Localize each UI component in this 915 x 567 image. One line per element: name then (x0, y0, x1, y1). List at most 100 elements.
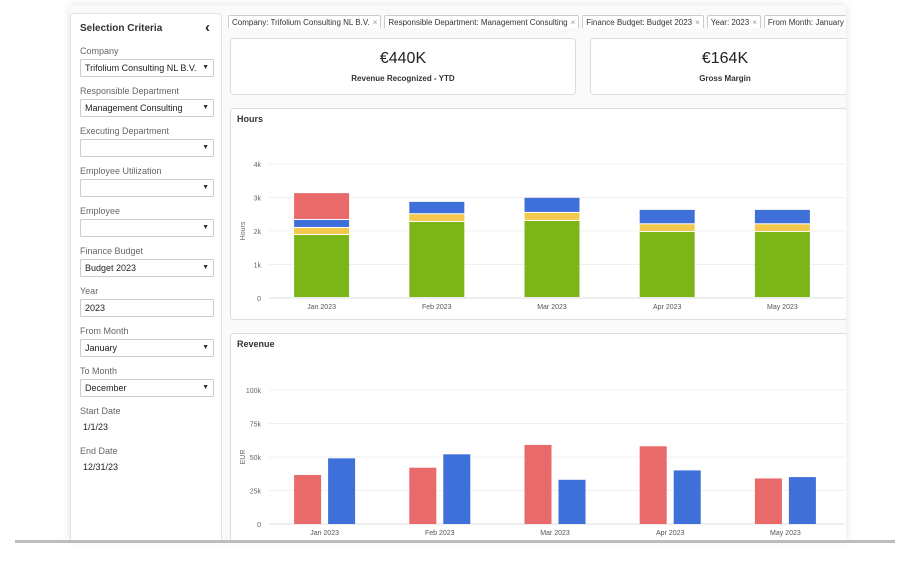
dropdown[interactable]: ▼ (80, 139, 214, 157)
chart-title: Revenue (237, 339, 275, 349)
app-window: Selection Criteria ‹ Company Trifolium Co… (70, 5, 846, 540)
field-executing-department: Executing Department ▼ (80, 126, 214, 157)
y-tick-label: 100k (246, 388, 262, 395)
field-value: Budget 2023 (85, 263, 137, 273)
y-axis-label: EUR (240, 450, 247, 465)
bar-segment[interactable] (294, 227, 350, 235)
field-value: 1/1/23 (83, 422, 109, 432)
dropdown[interactable]: Trifolium Consulting NL B.V. ▼ (80, 59, 214, 77)
close-icon[interactable]: × (373, 18, 378, 27)
field-year: Year 2023 (80, 286, 214, 317)
field-value: December (85, 383, 127, 393)
revenue-chart: 0 25k 50k 75k 100k EUR Jan 2023 Feb 2023 Mar 202… (240, 388, 845, 537)
close-icon[interactable]: × (695, 18, 700, 27)
revenue-chart-card: Revenue 0 25k 50k 75k 100k EUR Jan 2023 Feb 202… (230, 333, 846, 540)
dropdown[interactable]: December ▼ (80, 379, 214, 397)
chart-title: Hours (237, 114, 264, 124)
y-tick-label: 1k (254, 263, 262, 270)
hours-chart: 0 1k 2k 3k 4k Hours Jan 2023 Feb 2023 Mar 2023 Ap… (240, 162, 845, 311)
filter-chip-label: Responsible Department: Management Consu… (388, 18, 568, 27)
bar-segment[interactable] (754, 209, 810, 224)
dropdown[interactable]: Management Consulting ▼ (80, 99, 214, 117)
field-label: From Month (80, 326, 129, 336)
dropdown[interactable]: ▼ (80, 179, 214, 197)
chevron-down-icon: ▼ (202, 264, 209, 271)
x-tick-label: Jan 2023 (307, 304, 336, 311)
chevron-down-icon: ▼ (202, 64, 209, 71)
bar-segment[interactable] (409, 214, 465, 221)
field-label: Employee Utilization (80, 166, 162, 176)
bar[interactable] (673, 470, 701, 524)
bar-segment[interactable] (409, 221, 465, 297)
x-tick-label: Mar 2023 (537, 304, 567, 311)
bar-segment[interactable] (754, 224, 810, 232)
bar-segment[interactable] (524, 220, 580, 297)
bar-segment[interactable] (524, 212, 580, 220)
dropdown[interactable]: Budget 2023 ▼ (80, 259, 214, 277)
filter-chip[interactable]: Year: 2023 × (706, 15, 761, 28)
panel-title: Selection Criteria (80, 23, 163, 34)
bar-segment[interactable] (294, 193, 350, 219)
chevron-down-icon: ▼ (202, 344, 209, 351)
y-axis-label: Hours (240, 221, 247, 240)
y-tick-label: 3k (254, 196, 262, 203)
bar[interactable] (443, 454, 471, 524)
filter-chip[interactable]: Responsible Department: Management Consu… (384, 15, 580, 28)
close-icon[interactable]: × (752, 18, 757, 27)
kpi-gross-margin: €164K Gross Margin (590, 38, 846, 95)
selection-criteria-panel: Selection Criteria ‹ Company Trifolium Co… (70, 13, 222, 540)
text-input[interactable]: 2023 (80, 299, 214, 317)
bar-segment[interactable] (294, 235, 350, 297)
y-tick-label: 50k (250, 455, 262, 462)
bar[interactable] (409, 467, 437, 524)
collapse-chevron-icon[interactable]: ‹ (205, 19, 210, 36)
x-tick-label: May 2023 (767, 304, 798, 311)
field-label: Finance Budget (80, 246, 144, 256)
bar[interactable] (754, 478, 782, 524)
x-tick-label: Apr 2023 (653, 304, 682, 311)
x-tick-label: Feb 2023 (425, 530, 455, 537)
y-tick-label: 75k (250, 422, 262, 429)
field-label: Responsible Department (80, 86, 180, 96)
chevron-down-icon: ▼ (202, 144, 209, 151)
bar-segment[interactable] (639, 209, 695, 224)
y-tick-label: 25k (250, 489, 262, 496)
bar-segment[interactable] (639, 224, 695, 232)
bar-segment[interactable] (754, 232, 810, 297)
chevron-down-icon: ▼ (202, 384, 209, 391)
field-from-month: From Month January ▼ (80, 326, 214, 357)
x-tick-label: Mar 2023 (540, 530, 570, 537)
x-tick-label: Apr 2023 (656, 530, 685, 537)
y-tick-label: 0 (257, 522, 261, 529)
bar-segment[interactable] (524, 197, 580, 212)
field-value: Trifolium Consulting NL B.V. (85, 63, 197, 73)
bar-segment[interactable] (409, 201, 465, 214)
field-label: Executing Department (80, 126, 170, 136)
field-value: 2023 (85, 303, 106, 313)
field-label: Company (80, 46, 119, 56)
dropdown[interactable]: ▼ (80, 219, 214, 237)
bar-segment[interactable] (294, 219, 350, 227)
field-start-date: Start Date 1/1/23 (80, 406, 214, 432)
field-employee: Employee ▼ (80, 206, 214, 237)
hours-chart-card: Hours 0 1k 2k 3k 4k Hours Jan 2023 Feb 2023 Mar … (230, 108, 846, 320)
bar[interactable] (294, 474, 322, 524)
bar[interactable] (788, 477, 816, 524)
field-label: Start Date (80, 406, 121, 416)
bar[interactable] (328, 458, 356, 524)
field-company: Company Trifolium Consulting NL B.V. ▼ (80, 46, 214, 77)
filter-chip-label: From Month: January (767, 18, 844, 27)
chevron-down-icon: ▼ (202, 184, 209, 191)
dropdown[interactable]: January ▼ (80, 339, 214, 357)
bar[interactable] (558, 479, 586, 524)
bar[interactable] (639, 446, 667, 524)
close-icon[interactable]: × (571, 18, 576, 27)
filter-chip[interactable]: From Month: January× (763, 15, 846, 28)
field-value: Management Consulting (85, 103, 183, 113)
bar-segment[interactable] (639, 232, 695, 297)
kpi-label: Gross Margin (699, 74, 751, 83)
filter-chip[interactable]: Company: Trifolium Consulting NL B.V. × (228, 15, 382, 28)
field-responsible-department: Responsible Department Management Consult… (80, 86, 214, 117)
bar[interactable] (524, 444, 552, 524)
filter-chip[interactable]: Finance Budget: Budget 2023 × (582, 15, 704, 28)
